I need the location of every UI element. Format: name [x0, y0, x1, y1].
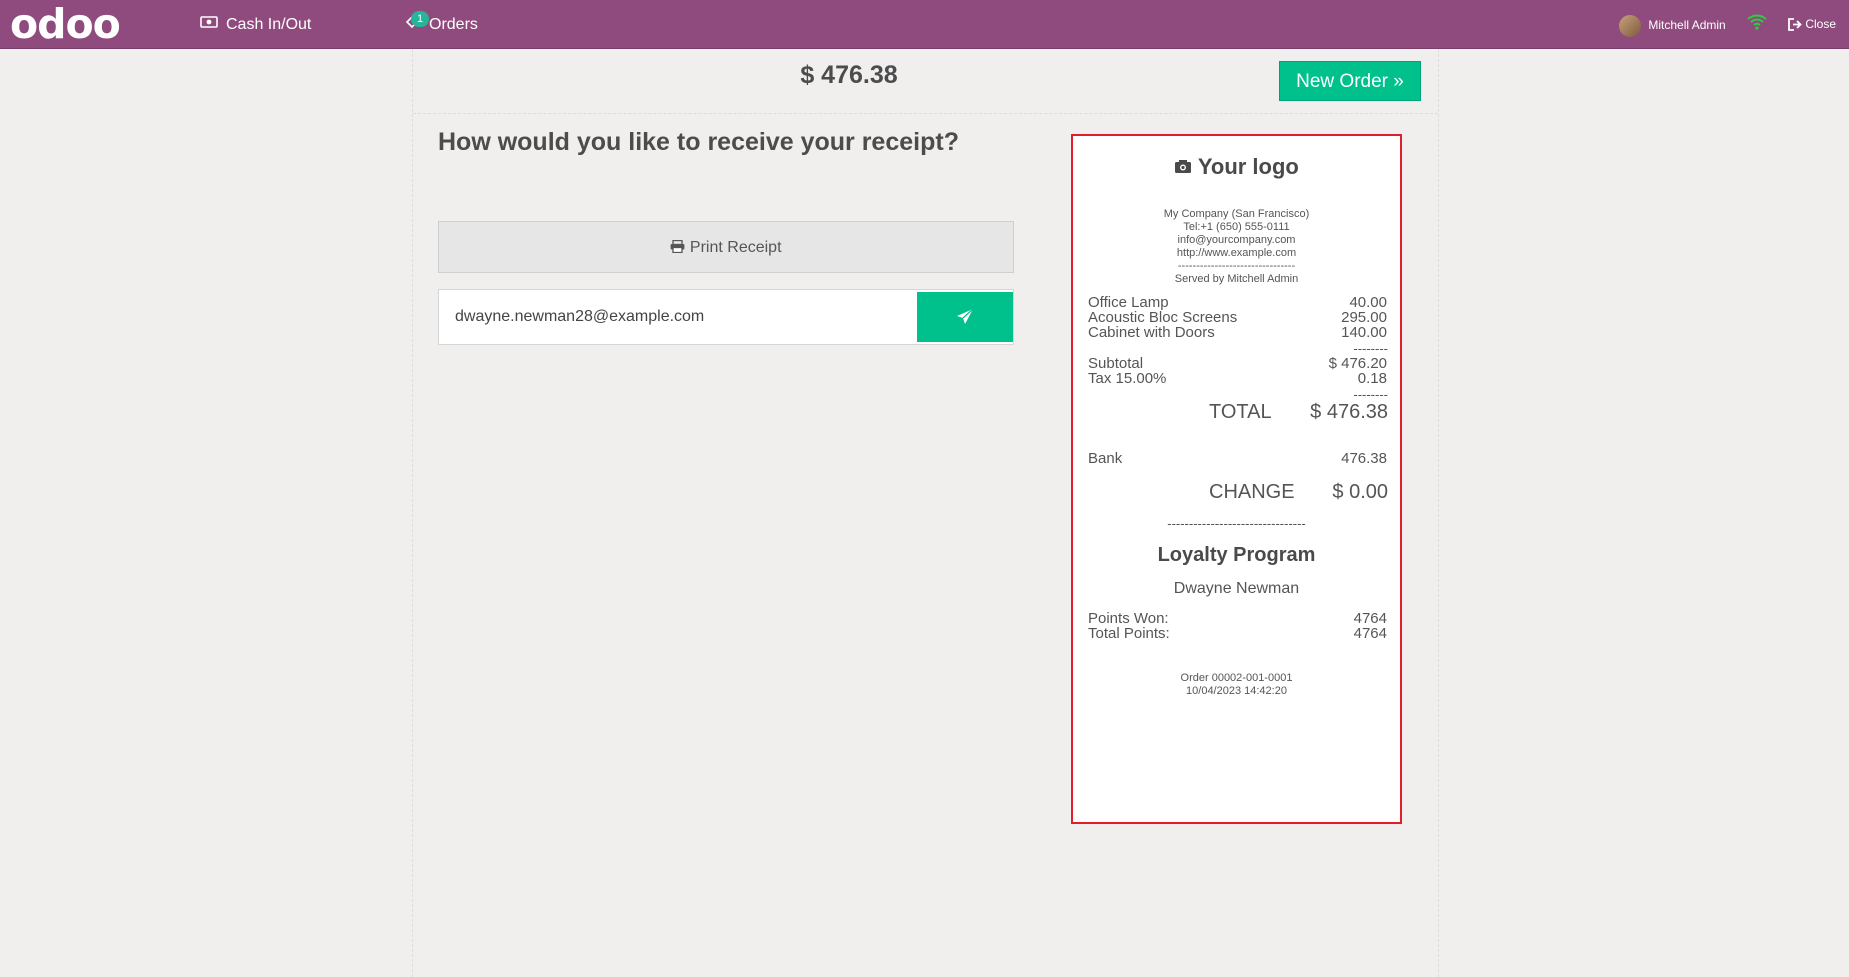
payment-method: Bank — [1088, 450, 1123, 467]
line-amount: 140.00 — [1341, 324, 1387, 341]
paper-plane-icon — [957, 308, 974, 324]
change-value: $ 0.00 — [1332, 481, 1388, 503]
total-separator: -------- — [1353, 387, 1388, 402]
total-label: TOTAL — [1209, 401, 1272, 423]
company-website: http://www.example.com — [1176, 247, 1297, 259]
total-points-value: 4764 — [1353, 625, 1387, 642]
company-separator: -------------------------------- — [1177, 260, 1296, 272]
loyalty-separator: -------------------------------- — [1167, 516, 1306, 531]
printer-icon — [670, 239, 689, 256]
email-input[interactable] — [439, 290, 907, 344]
close-button[interactable]: Close — [1788, 0, 1836, 48]
receipt-preview: Your logo My Company (San Francisco) Tel… — [1071, 134, 1402, 824]
tax-value: 0.18 — [1357, 370, 1387, 387]
change-label: CHANGE — [1209, 481, 1295, 503]
subtotal-separator: -------- — [1353, 341, 1388, 356]
company-email: info@yourcompany.com — [1177, 234, 1296, 246]
order-info: Order 00002-001-0001 10/04/2023 14:42:20 — [1073, 672, 1400, 698]
company-info: My Company (San Francisco) Tel:+1 (650) … — [1073, 208, 1400, 286]
sign-out-icon — [1788, 17, 1805, 32]
company-phone: Tel:+1 (650) 555-0111 — [1183, 221, 1290, 233]
loyalty-title: Loyalty Program — [1157, 544, 1316, 566]
receipt-screen-header: $ 476.38 New Order » — [413, 49, 1438, 114]
new-order-label: New Order — [1296, 71, 1388, 92]
money-icon — [200, 0, 218, 50]
receipt-screen: $ 476.38 New Order » How would you like … — [412, 49, 1439, 977]
odoo-logo: odoo — [10, 0, 121, 48]
print-receipt-button[interactable]: Print Receipt — [438, 221, 1014, 273]
total-points-label: Total Points: — [1088, 625, 1170, 642]
line-product: Cabinet with Doors — [1088, 324, 1215, 341]
order-date: 10/04/2023 14:42:20 — [1186, 685, 1287, 697]
send-email-button[interactable] — [917, 292, 1013, 342]
receipt-logo: Your logo — [1073, 154, 1400, 180]
order-reference: Order 00002-001-0001 — [1180, 672, 1293, 684]
receipt-question: How would you like to receive your recei… — [438, 128, 959, 156]
total-value: $ 476.38 — [1310, 401, 1388, 423]
company-name: My Company (San Francisco) — [1163, 208, 1310, 220]
logo-placeholder-text: Your logo — [1197, 154, 1299, 179]
orders-label: Orders — [429, 16, 478, 34]
payment-amount: 476.38 — [1341, 450, 1387, 467]
cash-in-out-label: Cash In/Out — [226, 16, 312, 34]
served-by: Served by Mitchell Admin — [1174, 273, 1299, 285]
new-order-button[interactable]: New Order » — [1279, 61, 1421, 101]
print-receipt-label: Print Receipt — [689, 239, 782, 256]
double-chevron-right-icon: » — [1393, 71, 1404, 92]
orders-count-badge: 1 — [411, 11, 430, 27]
top-navbar: odoo Cash In/Out Orders 1 Mitchell Admin… — [0, 0, 1849, 49]
tax-label: Tax 15.00% — [1088, 370, 1167, 387]
order-total: $ 476.38 — [800, 61, 898, 89]
close-label: Close — [1805, 17, 1837, 31]
cash-in-out-button[interactable]: Cash In/Out — [200, 0, 311, 48]
avatar — [1619, 14, 1641, 37]
user-menu[interactable]: Mitchell Admin — [1619, 0, 1726, 48]
loyalty-customer: Dwayne Newman — [1173, 580, 1300, 597]
camera-icon — [1174, 154, 1198, 179]
wifi-icon — [1747, 14, 1767, 35]
user-name: Mitchell Admin — [1648, 18, 1726, 32]
email-form — [438, 289, 1014, 345]
